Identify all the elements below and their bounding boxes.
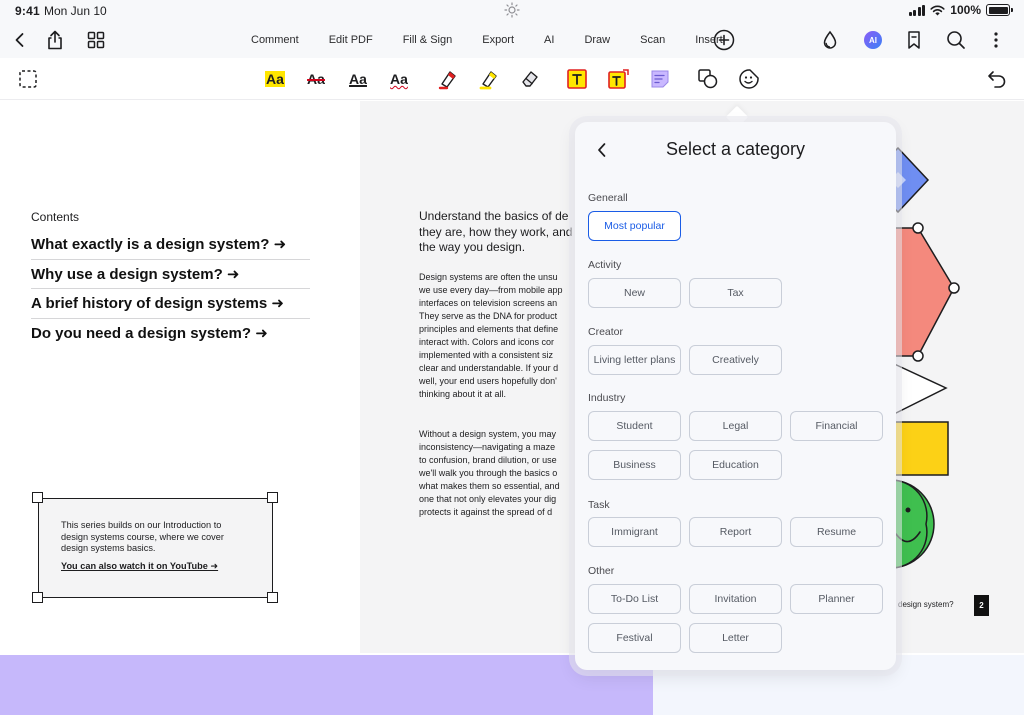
status-right: 100% (908, 3, 1013, 17)
battery-percent: 100% (950, 3, 981, 17)
comment-toolbar: Aa Aa Aa Aa (0, 58, 1024, 100)
toc-item[interactable]: A brief history of design systems ➜ (31, 289, 310, 319)
table-of-contents: What exactly is a design system? ➜ Why u… (31, 230, 310, 348)
section-label-creator: Creator (588, 326, 624, 338)
toc-item[interactable]: What exactly is a design system? ➜ (31, 230, 310, 260)
selected-text-box[interactable]: This series builds on our Introduction t… (38, 498, 273, 598)
wifi-icon (930, 5, 945, 15)
body-paragraph-2: Without a design system, you may inconsis… (419, 429, 560, 517)
tab-scan[interactable]: Scan (625, 22, 680, 58)
back-icon[interactable] (8, 28, 32, 52)
category-chip-most-popular[interactable]: Most popular (588, 211, 681, 241)
category-chip-education[interactable]: Education (689, 450, 782, 480)
category-chip-student[interactable]: Student (588, 411, 681, 441)
toc-item[interactable]: Do you need a design system? ➜ (31, 319, 310, 349)
section-label-other: Other (588, 565, 615, 577)
category-chip-business[interactable]: Business (588, 450, 681, 480)
category-chip-festival[interactable]: Festival (588, 623, 681, 653)
text-box-icon[interactable] (565, 67, 589, 91)
section-label-activity: Activity (588, 259, 622, 271)
category-chip-financial[interactable]: Financial (790, 411, 883, 441)
text-callout-icon[interactable] (606, 67, 630, 91)
page-number: 2 (974, 595, 989, 616)
status-time: 9:41 (15, 4, 40, 18)
tab-edit-pdf[interactable]: Edit PDF (314, 22, 388, 58)
illustration-shapes (881, 146, 960, 569)
category-chip-creatively[interactable]: Creatively (689, 345, 782, 375)
note-text: This series builds on our Introduction t… (61, 520, 224, 553)
status-bar: 9:41 Mon Jun 10 100% (0, 0, 1024, 22)
thumbnails-grid-icon[interactable] (84, 28, 108, 52)
resize-handle-top-left[interactable] (32, 492, 43, 503)
battery-icon (986, 4, 1013, 16)
youtube-link[interactable]: You can also watch it on YouTube ➜ (61, 561, 250, 572)
ai-assistant-button[interactable]: AI (861, 28, 885, 52)
tool-tabs: Comment Edit PDF Fill & Sign Export AI D… (236, 22, 738, 58)
category-chip-immigrant[interactable]: Immigrant (588, 517, 681, 547)
category-chip-report[interactable]: Report (689, 517, 782, 547)
page-footer-text: design system? (898, 600, 954, 609)
share-icon[interactable] (43, 28, 67, 52)
sticker-icon[interactable] (737, 67, 761, 91)
category-chip-legal[interactable]: Legal (689, 411, 782, 441)
sticky-note-icon[interactable] (648, 67, 672, 91)
squiggly-text-icon[interactable]: Aa (387, 67, 411, 91)
undo-icon[interactable] (985, 67, 1009, 91)
highlighter-icon[interactable] (477, 67, 501, 91)
resize-handle-top-right[interactable] (267, 492, 278, 503)
category-chip-new[interactable]: New (588, 278, 681, 308)
brightness-icon (504, 2, 520, 18)
contents-heading: Contents (31, 210, 80, 224)
popover-title: Select a category (665, 139, 806, 159)
body-paragraph-1: Design systems are often the unsu we use … (419, 272, 563, 399)
bookmark-search-icon[interactable] (903, 28, 927, 52)
color-drop-icon[interactable] (818, 28, 842, 52)
status-date: Mon Jun 10 (44, 4, 107, 18)
category-popover: Select a category Generall Most popular … (575, 122, 896, 670)
category-chip-invitation[interactable]: Invitation (689, 584, 782, 614)
strikethrough-text-icon[interactable]: Aa (304, 67, 328, 91)
category-chip-letter[interactable]: Letter (689, 623, 782, 653)
tab-comment[interactable]: Comment (236, 22, 314, 58)
eraser-icon[interactable] (518, 67, 542, 91)
marker-icon[interactable] (436, 67, 460, 91)
category-chip-planner[interactable]: Planner (790, 584, 883, 614)
more-options-icon[interactable] (984, 28, 1008, 52)
category-chip-resume[interactable]: Resume (790, 517, 883, 547)
category-chip-living-letter-plans[interactable]: Living letter plans (588, 345, 681, 375)
popover-header: Select a category (575, 122, 896, 178)
cellular-signal-icon (908, 4, 926, 16)
toc-item[interactable]: Why use a design system? ➜ (31, 260, 310, 289)
shapes-icon[interactable] (696, 67, 720, 91)
category-chip-to-do-list[interactable]: To-Do List (588, 584, 681, 614)
tab-fill-sign[interactable]: Fill & Sign (388, 22, 468, 58)
section-label-industry: Industry (588, 392, 626, 404)
select-region-icon[interactable] (16, 67, 40, 91)
category-chip-tax[interactable]: Tax (689, 278, 782, 308)
section-label-general: Generall (588, 192, 628, 204)
next-page-band-purple (0, 655, 653, 715)
intro-text: Understand the basics of de they are, ho… (419, 209, 573, 254)
resize-handle-bottom-left[interactable] (32, 592, 43, 603)
tab-draw[interactable]: Draw (569, 22, 625, 58)
underline-text-icon[interactable]: Aa (346, 67, 370, 91)
top-navigation: Comment Edit PDF Fill & Sign Export AI D… (0, 22, 1024, 58)
add-tool-icon[interactable] (712, 28, 736, 52)
tab-export[interactable]: Export (467, 22, 529, 58)
resize-handle-bottom-right[interactable] (267, 592, 278, 603)
search-icon[interactable] (944, 28, 968, 52)
tab-ai[interactable]: AI (529, 22, 569, 58)
section-label-task: Task (588, 499, 610, 511)
ai-assistant-icon: AI (864, 31, 882, 49)
highlight-text-icon[interactable]: Aa (263, 67, 287, 91)
